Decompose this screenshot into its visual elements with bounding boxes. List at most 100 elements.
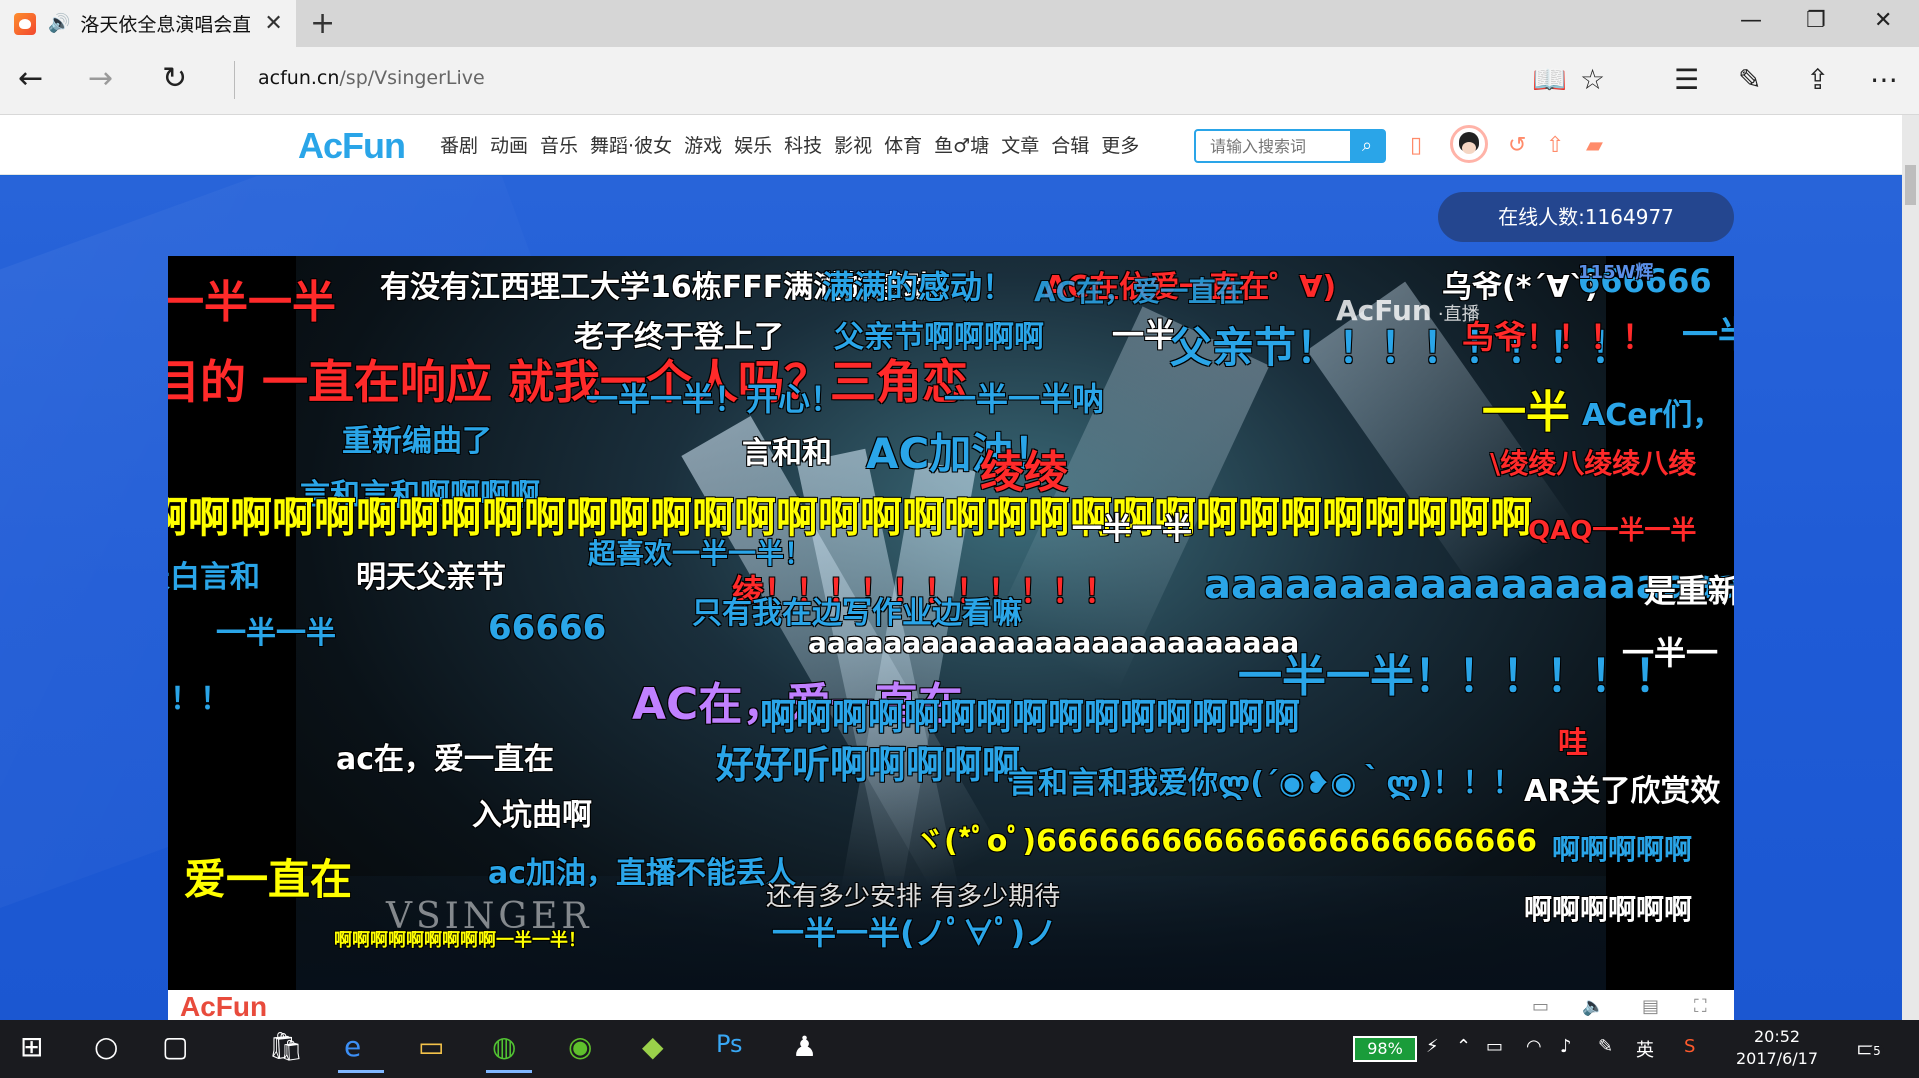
- battery-indicator[interactable]: 98%: [1353, 1036, 1417, 1062]
- menu-item[interactable]: 体育: [884, 131, 922, 158]
- mobile-icon[interactable]: ▯: [1410, 133, 1422, 158]
- share-icon[interactable]: ⇪: [1806, 63, 1829, 96]
- danmaku: 明天父亲节: [356, 560, 506, 595]
- danmaku: 一半: [1112, 316, 1177, 354]
- video-player[interactable]: AcFun ·直播 VSINGER 一半一半 有没有江西理工大学16栋FFF满满的…: [168, 256, 1734, 990]
- store-icon[interactable]: 🛍: [268, 1030, 304, 1063]
- plug-icon[interactable]: ⚡: [1426, 1036, 1439, 1057]
- battery-icon[interactable]: ▭: [1486, 1036, 1503, 1057]
- danmaku: 一半: [1482, 387, 1570, 438]
- acfun-logo[interactable]: AcFun: [298, 125, 406, 167]
- pen-icon[interactable]: ✎: [1598, 1036, 1613, 1057]
- photoshop-icon[interactable]: Ps: [716, 1030, 743, 1058]
- close-tab-icon[interactable]: ✕: [264, 11, 282, 36]
- close-window-button[interactable]: ✕: [1874, 8, 1892, 33]
- menu-item[interactable]: 娱乐: [734, 131, 772, 158]
- menu-item[interactable]: 科技: [784, 131, 822, 158]
- menu-item[interactable]: 番剧: [440, 131, 478, 158]
- browser-360-icon[interactable]: ◉: [568, 1030, 592, 1063]
- menu-item[interactable]: 动画: [490, 131, 528, 158]
- danmaku: 一半一半！开心！: [586, 380, 843, 418]
- search-box: ⌕: [1194, 129, 1386, 163]
- more-icon[interactable]: ⋯: [1870, 63, 1898, 96]
- history-icon[interactable]: ↺: [1508, 133, 1526, 158]
- lyric-subtitle: 还有多少安排 有多少期待: [766, 882, 1061, 912]
- refresh-icon[interactable]: ↻: [162, 61, 187, 96]
- browser-navbar: ← → ↻ acfun.cn/sp/VsingerLive 📖 ☆ ☰ ✎ ⇪ …: [0, 47, 1919, 115]
- chevron-up-icon[interactable]: ⌃: [1456, 1036, 1471, 1057]
- ime-indicator[interactable]: 英: [1636, 1036, 1654, 1062]
- menu-item[interactable]: 音乐: [540, 131, 578, 158]
- page-scrollbar[interactable]: [1902, 115, 1919, 1020]
- sogou-icon[interactable]: S: [1684, 1036, 1695, 1057]
- danmaku: 是重新: [1644, 572, 1734, 610]
- danmaku: 言和言和我爱你ლ(´◉❥◉｀ლ)！！！: [1008, 766, 1523, 801]
- danmaku: AC在，爱一直在: [1034, 275, 1245, 308]
- system-clock[interactable]: 20:52 2017/6/17: [1736, 1026, 1818, 1070]
- danmaku: ac在，爱一直在: [336, 742, 555, 777]
- settings-icon[interactable]: ▤: [1642, 996, 1659, 1017]
- notification-icon[interactable]: ▭ 5: [1856, 1034, 1884, 1062]
- danmaku: ac加油，直播不能丢人: [488, 856, 797, 891]
- app-avatar-icon[interactable]: ♟: [792, 1030, 817, 1063]
- menu-item[interactable]: 影视: [834, 131, 872, 158]
- danmaku: ACer们，: [1582, 398, 1723, 433]
- windows-taskbar: ⊞ ○ ▢ 🛍 e ▭ ◍ ◉ ◆ Ps ♟ 98% ⚡ ⌃ ▭ ◠ ♪ ✎ 英…: [0, 1020, 1919, 1078]
- edge-icon[interactable]: e: [337, 1030, 385, 1073]
- volume-icon[interactable]: 🔈: [1582, 996, 1604, 1017]
- danmaku: 啊啊啊啊啊啊啊啊啊一半一半！: [334, 930, 586, 951]
- wifi-icon[interactable]: ◠: [1526, 1036, 1542, 1057]
- menu-item[interactable]: 文章: [1001, 131, 1039, 158]
- address-bar[interactable]: acfun.cn/sp/VsingerLive: [258, 67, 485, 89]
- danmaku: 一半一半: [168, 277, 336, 328]
- back-icon[interactable]: ←: [18, 61, 43, 96]
- scrollbar-thumb[interactable]: [1905, 165, 1916, 205]
- start-button[interactable]: ⊞: [20, 1030, 43, 1063]
- new-tab-button[interactable]: +: [310, 6, 335, 41]
- forward-icon[interactable]: →: [88, 61, 113, 96]
- speaker-icon[interactable]: ♪: [1560, 1036, 1572, 1057]
- wechat-icon[interactable]: ◍: [485, 1030, 533, 1073]
- menu-item[interactable]: 舞蹈·彼女: [590, 131, 672, 158]
- minimize-button[interactable]: —: [1740, 8, 1762, 33]
- danmaku: 一半一半呐: [944, 380, 1105, 418]
- search-icon[interactable]: ⌕: [1350, 131, 1384, 161]
- favorite-star-icon[interactable]: ☆: [1580, 63, 1605, 96]
- danmaku: ！！: [170, 682, 230, 717]
- browser-tab[interactable]: 🔊 洛天依全息演唱会直 ✕: [0, 0, 296, 47]
- tab-title: 洛天依全息演唱会直: [80, 14, 251, 36]
- web-note-icon[interactable]: ✎: [1738, 63, 1761, 96]
- cortana-icon[interactable]: ○: [94, 1030, 118, 1063]
- hub-icon[interactable]: ☰: [1674, 63, 1699, 96]
- restore-button[interactable]: ❐: [1806, 8, 1826, 33]
- game-icon[interactable]: ◆: [642, 1030, 664, 1063]
- menu-item[interactable]: 更多: [1101, 131, 1139, 158]
- clock-time: 20:52: [1753, 1027, 1801, 1046]
- reading-view-icon[interactable]: 📖: [1532, 63, 1567, 96]
- menu-item[interactable]: 鱼♂塘: [934, 131, 989, 158]
- folder-icon[interactable]: ▰: [1586, 133, 1603, 158]
- search-input[interactable]: [1196, 131, 1346, 161]
- danmaku: 天白言和: [168, 560, 260, 595]
- menu-item[interactable]: 游戏: [684, 131, 722, 158]
- danmaku: QAQ一半一半: [1528, 516, 1697, 546]
- danmaku: 啊啊啊啊啊: [1552, 833, 1693, 866]
- danmaku: 一半: [1682, 315, 1734, 356]
- avatar[interactable]: [1450, 125, 1488, 163]
- danmaku: 哇: [1558, 726, 1588, 761]
- danmaku: 一半一半(ノﾟ∀ﾟ)ノ: [772, 914, 1058, 952]
- danmaku: 一半一半！！！！！！: [1238, 651, 1678, 702]
- menu-item[interactable]: 合辑: [1051, 131, 1089, 158]
- task-view-icon[interactable]: ▢: [162, 1030, 188, 1063]
- fullscreen-icon[interactable]: ⛶: [1694, 996, 1707, 1017]
- danmaku: 115W辉: [1578, 262, 1654, 283]
- danmaku-toggle-icon[interactable]: ▭: [1532, 996, 1549, 1017]
- player-bottom-bar: AcFun ▭ 🔈 ▤ ⛶: [168, 990, 1734, 1022]
- file-explorer-icon[interactable]: ▭: [418, 1030, 444, 1063]
- danmaku: 好好听啊啊啊啊啊: [716, 743, 1021, 787]
- online-count: 在线人数:1164977: [1438, 192, 1734, 242]
- upload-icon[interactable]: ⇧: [1546, 133, 1564, 158]
- danmaku: 66666: [488, 608, 607, 648]
- audio-playing-icon[interactable]: 🔊: [48, 13, 70, 34]
- site-menu: 番剧 动画 音乐 舞蹈·彼女 游戏 娱乐 科技 影视 体育 鱼♂塘 文章 合辑 …: [440, 131, 1139, 158]
